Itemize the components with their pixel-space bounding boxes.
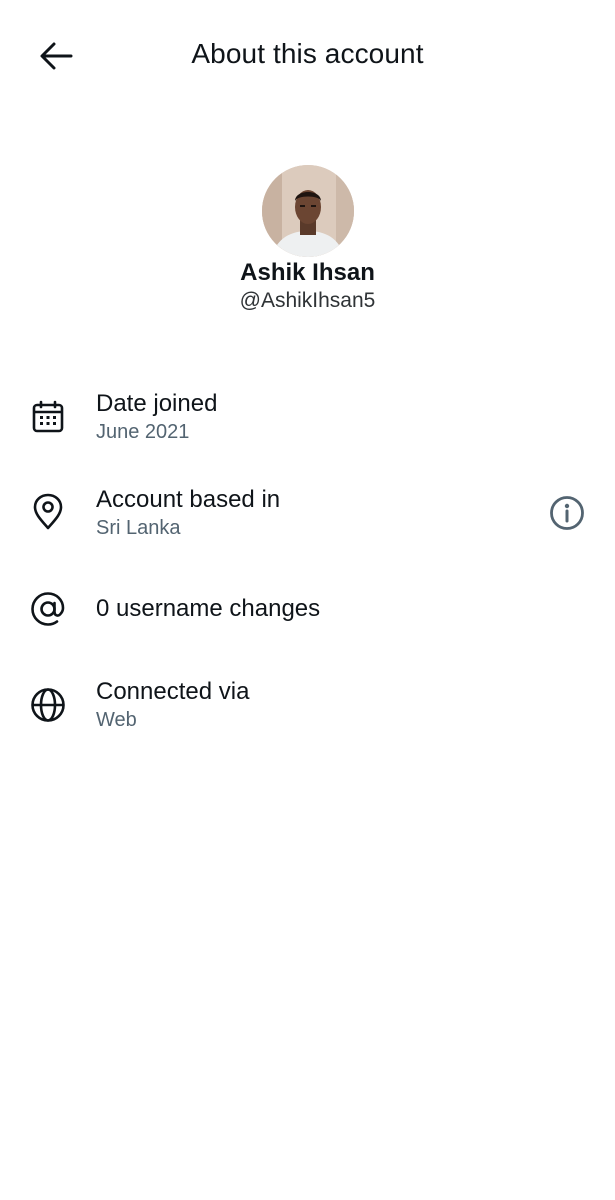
avatar-photo [261, 165, 354, 257]
globe-icon [28, 685, 68, 725]
date-joined-value: June 2021 [96, 421, 190, 443]
connected-via-label: Connected via [96, 678, 250, 705]
header: About this account [0, 0, 615, 112]
connected-via-row: Connected via Web [0, 668, 615, 748]
page-title: About this account [191, 38, 424, 69]
date-joined-row: Date joined June 2021 [0, 380, 615, 460]
date-joined-label: Date joined [96, 390, 218, 417]
username-handle: @AshikIhsan5 [239, 289, 376, 312]
account-based-in-row: Account based in Sri Lanka [0, 476, 615, 556]
username-changes-row: 0 username changes [0, 572, 615, 652]
username-changes-label: 0 username changes [96, 595, 321, 622]
info-button[interactable] [546, 492, 588, 534]
avatar[interactable] [261, 165, 354, 257]
info-icon [550, 496, 584, 530]
at-sign-icon [28, 589, 68, 629]
location-pin-icon [28, 492, 68, 532]
profile-header: Ashik Ihsan @AshikIhsan5 [0, 165, 615, 313]
account-based-in-label: Account based in [96, 486, 281, 513]
display-name: Ashik Ihsan [240, 259, 375, 286]
calendar-icon [28, 397, 68, 437]
account-based-in-value: Sri Lanka [96, 517, 181, 539]
connected-via-value: Web [96, 709, 137, 731]
